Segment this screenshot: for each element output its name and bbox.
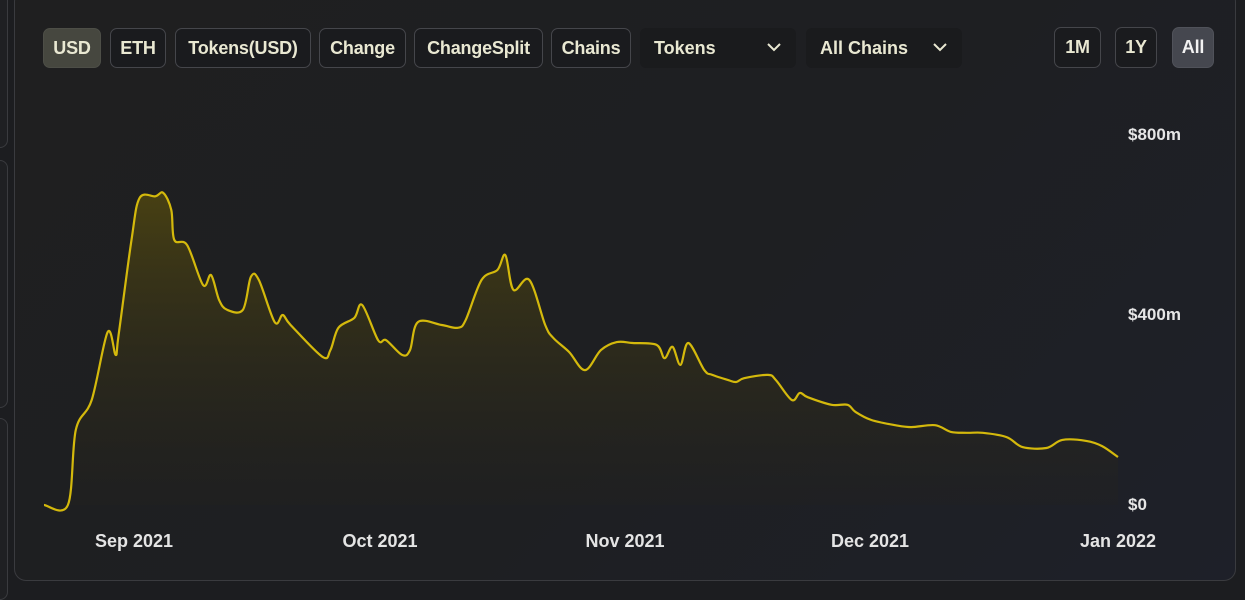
x-tick-label-dec-2021: Dec 2021	[830, 531, 910, 551]
data-point	[853, 410, 857, 414]
data-point	[241, 308, 245, 312]
data-point	[217, 298, 221, 302]
data-point	[169, 208, 173, 212]
data-point	[846, 403, 850, 407]
data-point	[273, 320, 277, 324]
data-point	[551, 336, 555, 340]
data-point	[440, 323, 444, 327]
data-point	[742, 376, 746, 380]
data-point	[1084, 439, 1088, 443]
data-point	[686, 341, 690, 345]
data-point	[137, 196, 141, 200]
data-point	[408, 348, 412, 352]
data-point	[1021, 445, 1025, 449]
data-point	[1100, 444, 1104, 448]
data-point	[336, 326, 340, 330]
data-point	[965, 431, 969, 435]
data-point	[495, 268, 499, 272]
data-point	[416, 320, 420, 324]
data-point	[1116, 455, 1120, 459]
data-point	[949, 430, 953, 434]
data-point	[464, 318, 468, 322]
data-point	[567, 350, 571, 354]
data-point	[289, 323, 293, 327]
data-point	[117, 333, 121, 337]
data-point	[106, 330, 110, 334]
data-point	[153, 194, 157, 198]
data-point	[734, 380, 738, 384]
data-point	[209, 273, 213, 277]
data-point	[503, 253, 507, 257]
data-point	[456, 326, 460, 330]
data-point	[710, 373, 714, 377]
series-area-fill	[44, 192, 1118, 511]
data-point	[201, 283, 205, 287]
x-tick-label-oct-2021: Oct 2021	[342, 531, 418, 551]
data-point	[74, 428, 78, 432]
data-point	[869, 418, 873, 422]
data-point	[257, 278, 261, 282]
data-point	[249, 275, 253, 279]
data-point	[328, 348, 332, 352]
data-point	[114, 353, 118, 357]
y-tick-label-400m: $400m	[1128, 305, 1181, 324]
data-point	[90, 398, 94, 402]
data-point	[400, 353, 404, 357]
data-point	[726, 378, 730, 382]
data-point	[511, 288, 515, 292]
data-point	[830, 403, 834, 407]
data-point	[384, 338, 388, 342]
x-tick-label-jan-2022: Jan 2022	[1079, 531, 1157, 551]
data-point	[774, 378, 778, 382]
data-point	[615, 340, 619, 344]
data-point	[161, 191, 165, 195]
tvl-area-chart	[42, 191, 1120, 512]
data-point	[225, 308, 229, 312]
data-point	[1005, 435, 1009, 439]
data-point	[130, 238, 134, 242]
data-point	[42, 503, 46, 507]
data-point	[663, 356, 667, 360]
data-point	[702, 368, 706, 372]
data-point	[933, 423, 937, 427]
data-point	[352, 316, 356, 320]
data-point	[1044, 446, 1048, 450]
data-point	[360, 303, 364, 307]
data-point	[790, 398, 794, 402]
data-point	[172, 238, 176, 242]
data-point	[583, 368, 587, 372]
data-point	[185, 243, 189, 247]
data-point	[320, 355, 324, 359]
data-point	[806, 395, 810, 399]
data-point	[599, 348, 603, 352]
data-point	[66, 503, 70, 507]
data-point	[376, 338, 380, 342]
data-point	[766, 373, 770, 377]
data-point	[631, 341, 635, 345]
data-point	[670, 345, 674, 349]
data-point	[281, 313, 285, 317]
data-point	[527, 278, 531, 282]
data-point	[981, 431, 985, 435]
data-point	[678, 363, 682, 367]
data-point	[543, 323, 547, 327]
data-point	[480, 278, 484, 282]
data-point	[1060, 438, 1064, 442]
x-tick-label-nov-2021: Nov 2021	[585, 531, 665, 551]
y-tick-label-0: $0	[1128, 495, 1147, 514]
data-point	[893, 423, 897, 427]
data-point	[909, 425, 913, 429]
y-tick-label-800m: $800m	[1128, 125, 1181, 144]
x-tick-label-sep-2021: Sep 2021	[94, 531, 174, 551]
data-point	[798, 391, 802, 395]
data-point	[655, 343, 659, 347]
